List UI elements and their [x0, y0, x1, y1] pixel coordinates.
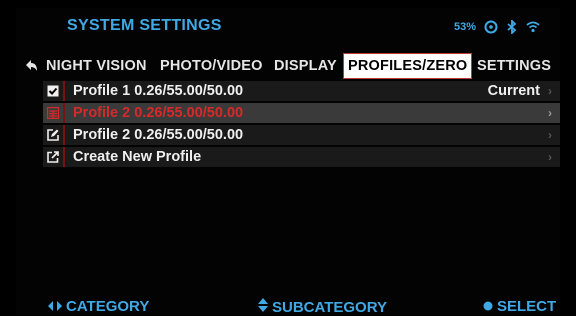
- tab-photo-video[interactable]: PHOTO/VIDEO: [160, 54, 263, 78]
- profile-label: Profile 2 0.26/55.00/50.00: [73, 105, 244, 121]
- chevron-right-icon: ›: [548, 106, 552, 120]
- create-profile-row[interactable]: Create New Profile ›: [43, 147, 560, 167]
- up-down-arrows-icon: [258, 298, 268, 316]
- tab-night-vision[interactable]: NIGHT VISION: [46, 54, 147, 78]
- profile-row-3[interactable]: Profile 2 0.26/55.00/50.00 ›: [43, 125, 560, 145]
- row-right: Current ›: [488, 81, 552, 101]
- tab-profiles-zero[interactable]: PROFILES/ZERO: [342, 53, 473, 79]
- footer-category: CATEGORY: [48, 298, 149, 315]
- row-right: ›: [548, 103, 552, 123]
- row-right: ›: [548, 147, 552, 167]
- footer-select: SELECT: [483, 298, 556, 315]
- tab-display[interactable]: DISPLAY: [274, 54, 337, 78]
- footer-hints: CATEGORY SUBCATEGORY SELECT: [0, 298, 576, 316]
- edit-icon: [43, 125, 65, 145]
- chevron-right-icon: ›: [548, 84, 552, 98]
- create-profile-label: Create New Profile: [73, 149, 202, 165]
- footer-subcategory: SUBCATEGORY: [258, 298, 387, 316]
- tab-settings[interactable]: SETTINGS: [477, 54, 551, 78]
- trash-icon: [43, 103, 65, 123]
- left-right-arrows-icon: [48, 298, 62, 315]
- profile-row-2-selected[interactable]: Profile 2 0.26/55.00/50.00 ›: [43, 103, 560, 123]
- footer-category-label: CATEGORY: [66, 298, 150, 315]
- profile-row-1[interactable]: Profile 1 0.26/55.00/50.00 Current ›: [43, 81, 560, 101]
- signal-icon: [484, 20, 498, 34]
- battery-percent: 53%: [453, 21, 476, 33]
- bluetooth-icon: [506, 20, 518, 34]
- footer-select-label: SELECT: [497, 298, 557, 315]
- profile-label: Profile 1 0.26/55.00/50.00: [73, 83, 244, 99]
- profile-label: Profile 2 0.26/55.00/50.00: [73, 127, 244, 143]
- checked-box-icon: [43, 81, 65, 101]
- wifi-icon: [526, 21, 540, 33]
- external-link-icon: [43, 147, 65, 167]
- page-title: SYSTEM SETTINGS: [67, 17, 222, 34]
- chevron-right-icon: ›: [548, 128, 552, 142]
- footer-subcategory-label: SUBCATEGORY: [272, 298, 388, 316]
- profile-list: Profile 1 0.26/55.00/50.00 Current › Pro…: [43, 81, 560, 169]
- select-dot-icon: [483, 298, 493, 315]
- status-bar: 53%: [454, 20, 540, 34]
- current-badge: Current: [487, 83, 540, 99]
- back-icon[interactable]: [23, 58, 39, 74]
- chevron-right-icon: ›: [548, 150, 552, 164]
- row-right: ›: [548, 125, 552, 145]
- category-tabs: NIGHT VISION PHOTO/VIDEO DISPLAY PROFILE…: [16, 53, 560, 79]
